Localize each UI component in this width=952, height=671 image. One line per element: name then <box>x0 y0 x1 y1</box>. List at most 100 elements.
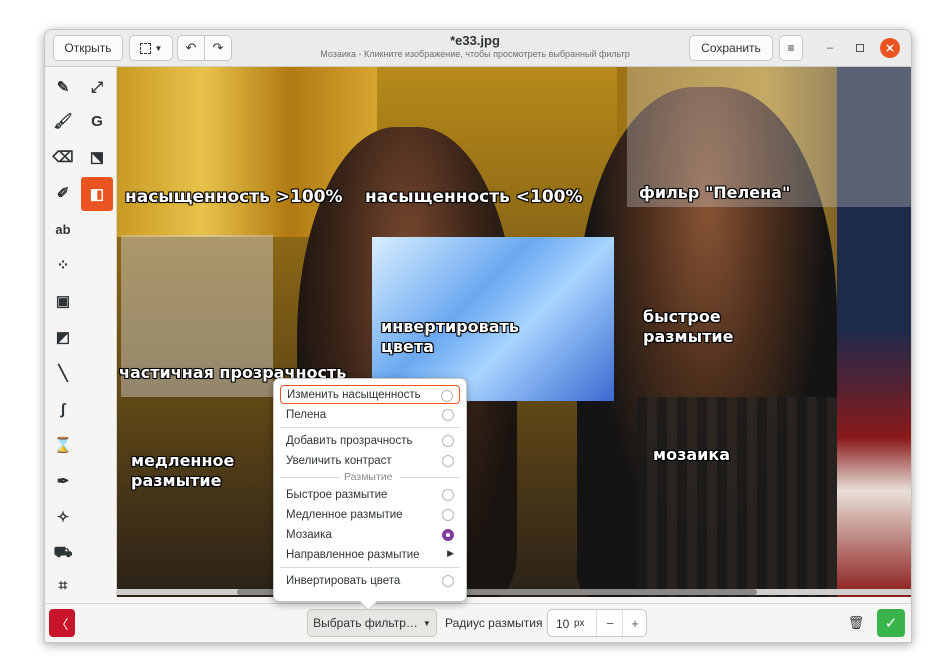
radius-spinbutton: 10 px − + <box>547 609 647 637</box>
label-invert-line1: инвертировать <box>381 317 519 336</box>
radius-unit: px <box>574 618 585 629</box>
brush-tool-icon[interactable]: 🖌 <box>49 107 77 135</box>
redo-button[interactable]: ↷ <box>204 35 232 61</box>
app-window: Открыть ▼ ↶ ↷ *e33.jpg Мозаика - Кликнит… <box>44 29 912 643</box>
image-canvas[interactable]: насыщенность >100% насыщенность <100% фи… <box>117 67 911 597</box>
open-button-label: Открыть <box>64 41 112 55</box>
menu-separator <box>400 477 460 478</box>
filter-popover: Изменить насыщенность Пелена Добавить пр… <box>273 378 467 611</box>
blur-radius-label: Радиус размытия <box>445 616 543 630</box>
filter-item-mosaic[interactable]: Мозаика <box>280 525 460 544</box>
filter-item-contrast[interactable]: Увеличить контраст <box>280 451 460 470</box>
checkmark-icon: ✓ <box>884 615 898 632</box>
highlighter-tool-icon[interactable]: ✐ <box>49 179 77 207</box>
rectangle-tool-icon[interactable]: ▣ <box>49 287 77 315</box>
pencil-tool-icon[interactable]: ✎ <box>49 73 77 101</box>
label-saturation-down: насыщенность <100% <box>365 187 583 207</box>
radio-icon <box>441 390 453 402</box>
save-button[interactable]: Сохранить <box>689 35 773 61</box>
radio-icon <box>442 409 454 421</box>
curve-tool-icon[interactable]: ∫ <box>49 395 77 423</box>
menu-separator <box>280 477 340 478</box>
plus-icon: + <box>631 615 639 631</box>
filter-item-label: Мозаика <box>286 528 332 541</box>
filter-item-label: Изменить насыщенность <box>287 388 421 401</box>
menu-button[interactable]: ≡ <box>779 35 803 61</box>
close-button[interactable]: ✕ <box>880 38 900 58</box>
crop-tool-icon[interactable]: ⌗ <box>49 571 77 599</box>
filter-item-label: Увеличить контраст <box>286 454 392 467</box>
color-picker-tool-icon[interactable]: ✒ <box>49 467 77 495</box>
eraser-tool-icon[interactable]: ⌫ <box>49 143 77 171</box>
maximize-button[interactable] <box>850 38 870 58</box>
minus-icon: − <box>606 615 614 631</box>
filters-tool-icon[interactable]: ◧ <box>81 177 113 211</box>
filter-item-directional-blur[interactable]: Направленное размытие ▶ <box>280 545 460 564</box>
window-title: *e33.jpg <box>450 33 500 48</box>
filter-item-fast-blur[interactable]: Быстрое размытие <box>280 485 460 504</box>
open-button[interactable]: Открыть <box>53 35 123 61</box>
filter-item-label: Пелена <box>286 408 327 421</box>
tools-panel: ✎ ⤢ 🖌 G ⌫ ⬔ ✐ ◧ ab ⁘ ▣ ◩ ╲ ∫ ⌛ ✒ ✧ ⛟ ⌗ <box>45 67 117 597</box>
filter-item-invert[interactable]: Инвертировать цвета <box>280 571 460 590</box>
crop-g-tool-icon[interactable]: G <box>83 107 111 135</box>
label-fast-blur-line2: размытие <box>643 327 734 346</box>
section-heading-blur: Размытие <box>344 471 393 483</box>
shape-tool-icon[interactable]: ◩ <box>49 323 77 351</box>
close-icon: ✕ <box>885 42 895 55</box>
radio-icon <box>442 455 454 467</box>
undo-icon: ↶ <box>185 40 197 55</box>
maximize-icon <box>856 44 864 52</box>
magic-wand-tool-icon[interactable]: ✧ <box>49 503 77 531</box>
radio-icon <box>442 509 454 521</box>
mosaic-region <box>637 397 837 597</box>
window-title-area: *e33.jpg Мозаика - Кликните изображение,… <box>275 33 675 59</box>
undo-button[interactable]: ↶ <box>177 35 205 61</box>
label-fast-blur-line1: быстрое <box>643 307 721 326</box>
radius-increase-button[interactable]: + <box>622 610 647 636</box>
radio-icon <box>442 575 454 587</box>
filter-select-label: Выбрать фильтр… <box>313 616 418 630</box>
label-invert-line2: цвета <box>381 337 434 356</box>
filter-item-slow-blur[interactable]: Медленное размытие <box>280 505 460 524</box>
header-bar: Открыть ▼ ↶ ↷ *e33.jpg Мозаика - Кликнит… <box>45 30 911 67</box>
trash-icon: 🗑 <box>847 615 865 630</box>
apply-button[interactable]: ✓ <box>877 609 905 637</box>
chevron-down-icon: ▼ <box>422 618 431 628</box>
free-select-tool-icon[interactable]: ⌛ <box>49 431 77 459</box>
skew-tool-icon[interactable]: ⬔ <box>83 143 111 171</box>
filter-select-button[interactable]: Выбрать фильтр… ▼ <box>307 609 437 637</box>
filter-item-label: Быстрое размытие <box>286 488 388 501</box>
bottom-options-bar: 〈 Выбрать фильтр… ▼ Радиус размытия 10 p… <box>45 603 911 642</box>
filter-item-label: Инвертировать цвета <box>286 574 401 587</box>
points-tool-icon[interactable]: ⁘ <box>49 251 77 279</box>
horizontal-scrollbar[interactable] <box>117 589 911 595</box>
minimize-button[interactable]: – <box>820 38 840 58</box>
line-tool-icon[interactable]: ╲ <box>49 359 77 387</box>
filter-item-saturation[interactable]: Изменить насыщенность <box>280 385 460 404</box>
filter-item-transparency[interactable]: Добавить прозрачность <box>280 431 460 450</box>
label-mosaic: мозаика <box>653 445 731 464</box>
radio-icon <box>442 435 454 447</box>
cancel-button[interactable]: 〈 <box>49 609 75 637</box>
label-slow-blur-line1: медленное <box>131 451 235 470</box>
selection-dropdown-button[interactable]: ▼ <box>129 35 173 61</box>
text-tool-icon[interactable]: ab <box>49 215 77 243</box>
radius-decrease-button[interactable]: − <box>596 610 623 636</box>
selection-icon <box>139 42 151 54</box>
save-button-label: Сохранить <box>701 41 761 55</box>
filter-item-label: Медленное размытие <box>286 508 403 521</box>
window-subtitle: Мозаика - Кликните изображение, чтобы пр… <box>320 49 630 59</box>
options-button[interactable]: 🗑 <box>845 612 867 634</box>
filter-item-veil[interactable]: Пелена <box>280 405 460 424</box>
submenu-arrow-icon: ▶ <box>447 548 454 558</box>
radio-icon <box>442 489 454 501</box>
paint-bucket-tool-icon[interactable]: ⛟ <box>49 539 77 567</box>
radius-value[interactable]: 10 <box>556 617 569 631</box>
chevron-down-icon: ▼ <box>154 43 163 53</box>
scale-tool-icon[interactable]: ⤢ <box>83 73 111 101</box>
filter-item-label: Добавить прозрачность <box>286 434 413 447</box>
hamburger-icon: ≡ <box>787 41 795 55</box>
redo-icon: ↷ <box>212 40 224 55</box>
label-veil: фильр "Пелена" <box>639 183 791 202</box>
